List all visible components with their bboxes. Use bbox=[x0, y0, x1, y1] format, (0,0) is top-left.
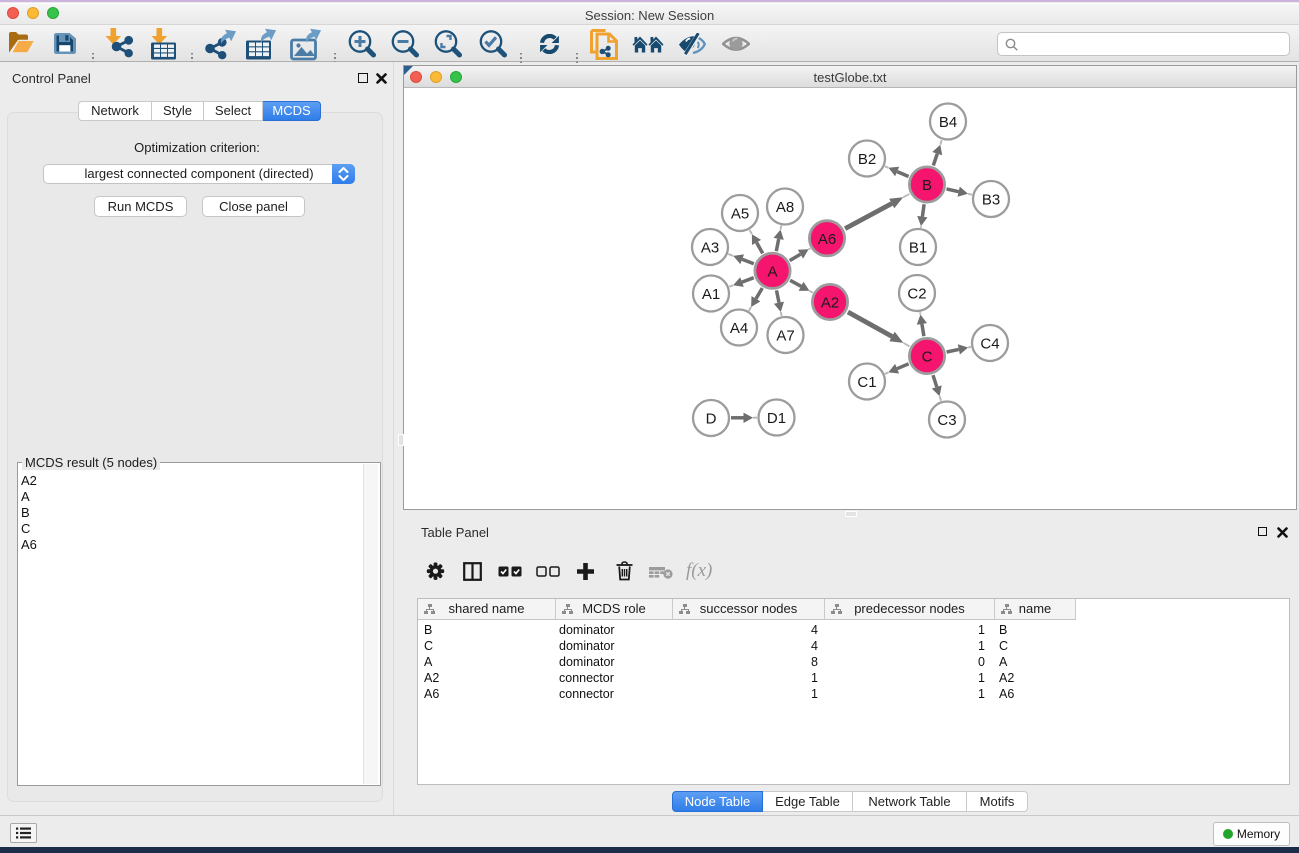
svg-text:A5: A5 bbox=[731, 206, 749, 223]
svg-text:C2: C2 bbox=[907, 286, 926, 303]
svg-text:B3: B3 bbox=[982, 192, 1000, 209]
svg-text:D1: D1 bbox=[767, 410, 786, 427]
svg-text:A7: A7 bbox=[776, 328, 794, 345]
svg-text:A4: A4 bbox=[730, 320, 748, 337]
svg-text:B2: B2 bbox=[858, 151, 876, 168]
svg-text:B4: B4 bbox=[939, 114, 957, 131]
svg-text:B1: B1 bbox=[909, 240, 927, 257]
svg-text:C1: C1 bbox=[857, 374, 876, 391]
svg-text:A2: A2 bbox=[821, 295, 839, 312]
svg-text:A: A bbox=[767, 263, 777, 280]
svg-text:C3: C3 bbox=[937, 412, 956, 429]
svg-text:C: C bbox=[922, 349, 933, 366]
svg-text:D: D bbox=[706, 411, 717, 428]
svg-text:A1: A1 bbox=[702, 286, 720, 303]
svg-text:A8: A8 bbox=[776, 199, 794, 216]
svg-text:A3: A3 bbox=[701, 240, 719, 257]
svg-text:A6: A6 bbox=[818, 231, 836, 248]
svg-text:C4: C4 bbox=[980, 336, 999, 353]
svg-text:B: B bbox=[922, 177, 932, 194]
